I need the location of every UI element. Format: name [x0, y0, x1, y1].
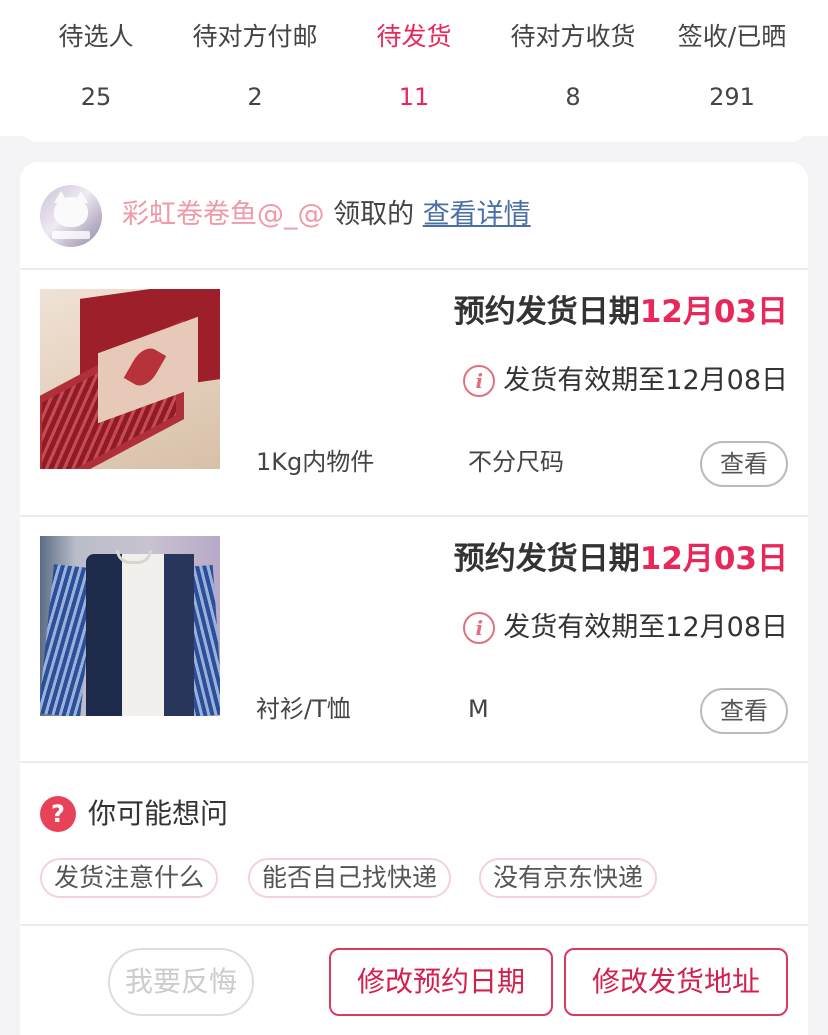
change-address-button[interactable]: 修改发货地址: [564, 948, 788, 1016]
tab-label: 待对方付邮: [192, 22, 318, 51]
list-item: 预约发货日期12月03日 i 发货有效期至12月08日 衬衫/T恤 M 查看: [20, 516, 808, 762]
tab-pending-shipment[interactable]: 待发货 11: [334, 0, 494, 136]
scheduled-ship-date: 预约发货日期12月03日: [454, 538, 788, 580]
tab-count: 11: [398, 83, 430, 111]
ship-validity: i 发货有效期至12月08日: [463, 361, 788, 401]
product-image[interactable]: [40, 536, 220, 716]
list-item: 预约发货日期12月03日 i 发货有效期至12月08日 1Kg内物件 不分尺码 …: [20, 269, 808, 515]
scheduled-ship-date: 预约发货日期12月03日: [454, 291, 788, 333]
faq-chip-shipping-notes[interactable]: 发货注意什么: [40, 858, 219, 898]
ship-date-label: 预约发货日期: [453, 541, 640, 577]
avatar[interactable]: [40, 185, 102, 247]
tab-label: 待对方收货: [510, 22, 636, 51]
divider: [20, 924, 808, 926]
tab-label: 待发货: [376, 22, 452, 51]
status-tab-bar: 待选人 25 待对方付邮 2 待发货 11 待对方收货 8 签收/已晒 291: [0, 0, 828, 136]
tab-pending-postage[interactable]: 待对方付邮 2: [175, 0, 335, 136]
ship-date-value: 12月03日: [639, 541, 788, 577]
view-details-link[interactable]: 查看详情: [423, 199, 531, 230]
ship-date-label: 预约发货日期: [453, 294, 640, 330]
view-button[interactable]: 查看: [700, 441, 788, 487]
ship-date-value: 12月03日: [639, 294, 788, 330]
faq-title-text: 你可能想问: [88, 797, 229, 830]
faq-chip-no-jd-express[interactable]: 没有京东快递: [479, 858, 658, 898]
divider: [20, 761, 808, 763]
claim-text: 彩虹卷卷鱼@_@ 领取的 查看详情: [122, 196, 531, 234]
info-icon: i: [463, 365, 496, 397]
view-button[interactable]: 查看: [700, 688, 788, 734]
question-icon: ?: [40, 796, 76, 832]
item-size: M: [468, 695, 489, 723]
tab-signed-shared[interactable]: 签收/已晒 291: [652, 0, 812, 136]
ship-validity: i 发货有效期至12月08日: [463, 608, 788, 648]
faq-chip-own-courier[interactable]: 能否自己找快递: [248, 858, 452, 898]
validity-text: 发货有效期至12月08日: [503, 612, 788, 643]
info-icon: i: [463, 612, 496, 644]
product-image[interactable]: [40, 289, 220, 469]
regret-button[interactable]: 我要反悔: [108, 948, 254, 1016]
item-category: 1Kg内物件: [256, 448, 375, 476]
tab-label: 待选人: [58, 22, 134, 51]
claim-row: 彩虹卷卷鱼@_@ 领取的 查看详情: [20, 162, 808, 268]
tab-count: 2: [247, 83, 263, 111]
claimer-nickname[interactable]: 彩虹卷卷鱼@_@: [122, 199, 325, 230]
tab-label: 签收/已晒: [677, 22, 787, 51]
tab-count: 25: [80, 83, 112, 111]
order-card: 彩虹卷卷鱼@_@ 领取的 查看详情 预约发货日期12月03日 i 发货有效期至1…: [20, 162, 808, 1035]
tab-pending-receipt[interactable]: 待对方收货 8: [493, 0, 653, 136]
item-size: 不分尺码: [468, 448, 564, 476]
item-category: 衬衫/T恤: [256, 695, 351, 723]
claimed-text: 领取的: [333, 199, 415, 230]
tab-count: 8: [565, 83, 581, 111]
tab-bar-bottom-edge: [20, 118, 808, 142]
tab-pending-selection[interactable]: 待选人 25: [16, 0, 176, 136]
faq-title: ? 你可能想问: [40, 794, 228, 834]
tab-count: 291: [709, 83, 755, 111]
change-date-button[interactable]: 修改预约日期: [329, 948, 553, 1016]
validity-text: 发货有效期至12月08日: [503, 365, 788, 396]
